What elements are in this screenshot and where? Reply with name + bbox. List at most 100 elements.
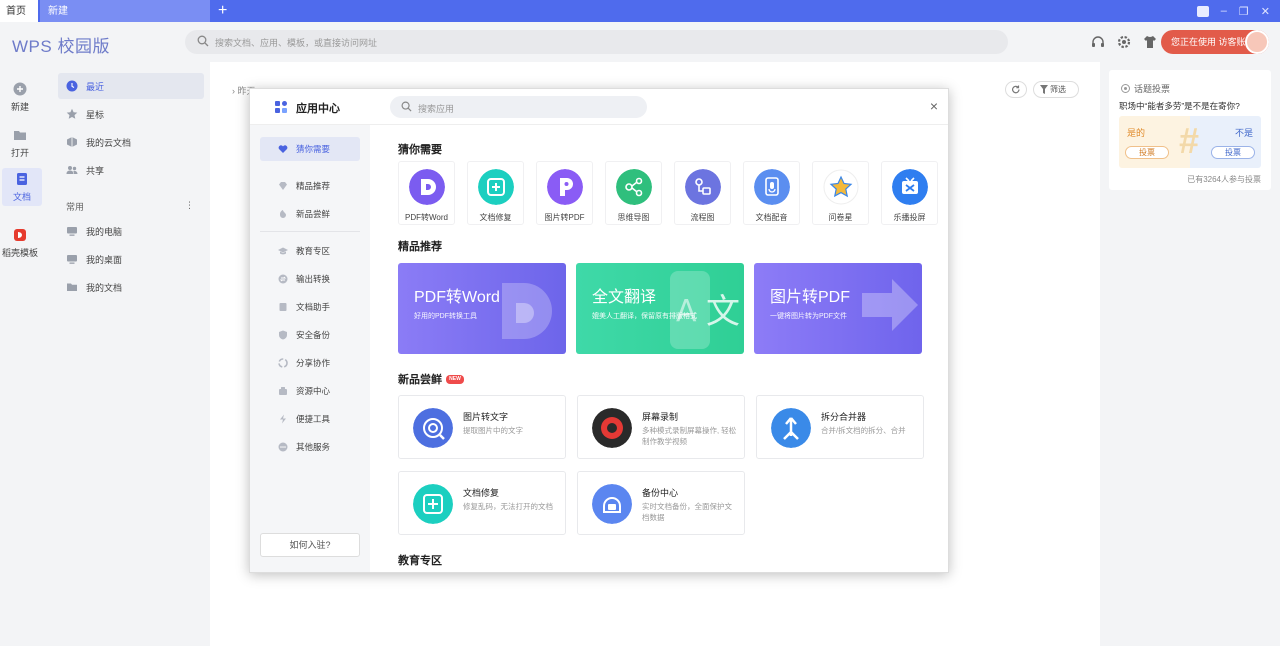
app-flowchart[interactable]: 流程图 xyxy=(674,161,731,225)
app-card-backup-center[interactable]: 备份中心 实时文档备份，全面保护文档数据 xyxy=(577,471,745,535)
category-resources[interactable]: 资源中心 xyxy=(260,379,360,403)
section-label: 新品尝鲜 xyxy=(398,374,442,386)
banner-translate[interactable]: A文 全文翻译 媲美人工翻译，保留原有排版格式 xyxy=(576,263,744,354)
image-to-pdf-icon xyxy=(546,169,583,205)
how-to-join-button[interactable]: 如何入驻? xyxy=(260,533,360,557)
sidebar-item-computer[interactable]: 我的电脑 xyxy=(58,218,204,244)
tab-bar: 首页 新建 + – ❐ ✕ xyxy=(0,0,1280,22)
section-new-title: 新品尝鲜 NEW xyxy=(398,371,464,387)
avatar[interactable] xyxy=(1245,30,1269,54)
user-account-button[interactable]: 您正在使用 访客账号 xyxy=(1161,30,1269,54)
rail-new[interactable]: 新建 xyxy=(0,78,40,116)
divider xyxy=(260,231,360,232)
app-mind-map[interactable]: 思维导图 xyxy=(605,161,662,225)
category-label: 文档助手 xyxy=(296,302,331,312)
category-share[interactable]: 分享协作 xyxy=(260,351,360,375)
svg-text:文: 文 xyxy=(706,292,740,332)
rail-documents-label: 文档 xyxy=(12,192,31,202)
minimize-icon[interactable]: – xyxy=(1221,5,1227,17)
app-pdf-to-word[interactable]: PDF转Word xyxy=(398,161,455,225)
gear-icon[interactable] xyxy=(1116,34,1132,50)
banner-title: PDF转Word xyxy=(414,289,500,306)
app-card-screen-record[interactable]: 屏幕录制 多种模式录制屏幕操作, 轻松制作教学视频 xyxy=(577,395,745,459)
refresh-button[interactable] xyxy=(1005,81,1027,98)
sidebar-item-shared[interactable]: 共享 xyxy=(58,157,204,183)
app-image-to-pdf[interactable]: 图片转PDF xyxy=(536,161,593,225)
restore-icon[interactable]: ❐ xyxy=(1239,5,1249,18)
tab-home[interactable]: 首页 xyxy=(0,0,38,22)
category-new[interactable]: 新品尝鲜 xyxy=(260,202,360,226)
doc-voice-icon xyxy=(753,169,790,205)
image-to-text-icon xyxy=(413,408,453,448)
doc-repair-icon xyxy=(413,484,453,524)
sidebar-item-starred[interactable]: 星标 xyxy=(58,101,204,127)
rail-docer[interactable]: 稻壳模板 xyxy=(0,224,40,262)
window-box-icon[interactable] xyxy=(1196,5,1209,17)
computer-icon xyxy=(67,227,77,236)
graduation-icon xyxy=(278,247,288,255)
category-featured[interactable]: 精品推荐 xyxy=(260,174,360,198)
section-label: 教育专区 xyxy=(398,555,442,567)
box-icon xyxy=(279,387,287,395)
rail-documents[interactable]: 文档 xyxy=(2,168,42,206)
app-doc-voice[interactable]: 文档配音 xyxy=(743,161,800,225)
close-window-icon[interactable]: ✕ xyxy=(1261,5,1270,18)
vote-no-button[interactable]: 投票 xyxy=(1211,146,1255,159)
vote-card: 话题投票 职场中“能者多劳”是不是在寄你? # 是的 不是 投票 投票 已有32… xyxy=(1109,70,1271,190)
sidebar: 最近 星标 我的云文档 共享 常用 ⋮ 我的电脑 我的桌面 我的文档 xyxy=(48,62,210,646)
clock-icon xyxy=(66,80,78,92)
app-screen-cast[interactable]: 乐播投屏 xyxy=(881,161,938,225)
app-doc-repair[interactable]: 文档修复 xyxy=(467,161,524,225)
banner-pdf-to-word[interactable]: PDF转Word 好用的PDF转换工具 xyxy=(398,263,566,354)
sidebar-item-recent[interactable]: 最近 xyxy=(58,73,204,99)
close-icon[interactable]: × xyxy=(930,98,938,114)
app-card-doc-repair[interactable]: 文档修复 修复乱码，无法打开的文档 xyxy=(398,471,566,535)
dialog-title: 应用中心 xyxy=(296,103,340,115)
card-title: 文档修复 xyxy=(463,488,500,498)
flowchart-icon xyxy=(684,169,721,205)
app-search-input[interactable]: 搜索应用 xyxy=(390,96,647,118)
users-icon xyxy=(66,166,78,174)
category-label: 教育专区 xyxy=(296,246,331,256)
folder-icon xyxy=(67,283,77,291)
sidebar-item-cloud[interactable]: 我的云文档 xyxy=(58,129,204,155)
more-icon[interactable]: ⋮ xyxy=(185,200,194,213)
section-edu-title: 教育专区 xyxy=(398,552,442,568)
sidebar-item-mydocs[interactable]: 我的文档 xyxy=(58,274,204,300)
global-search-input[interactable]: 搜索文档、应用、模板，或直接访问网址 xyxy=(185,30,1008,54)
app-card-split-merge[interactable]: 拆分合并器 合并/拆文档的拆分、合并 xyxy=(756,395,924,459)
shirt-icon[interactable] xyxy=(1142,34,1158,50)
category-tools[interactable]: 便捷工具 xyxy=(260,407,360,431)
sidebar-item-label: 我的电脑 xyxy=(86,226,123,237)
dialog-sidebar: 猜你需要 精品推荐 新品尝鲜 教育专区 输出转换 文档助手 安全备份 分享协作 … xyxy=(250,125,370,572)
category-edu[interactable]: 教育专区 xyxy=(260,239,360,263)
sidebar-item-label: 我的桌面 xyxy=(86,254,123,265)
featured-banners: PDF转Word 好用的PDF转换工具 A文 全文翻译 媲美人工翻译，保留原有排… xyxy=(398,263,922,354)
app-questionnaire[interactable]: 问卷星 xyxy=(812,161,869,225)
tab-new[interactable]: 新建 xyxy=(40,0,210,22)
vote-question: 职场中“能者多劳”是不是在寄你? xyxy=(1119,101,1240,111)
sidebar-item-desktop[interactable]: 我的桌面 xyxy=(58,246,204,272)
category-guess[interactable]: 猜你需要 xyxy=(260,137,360,161)
card-subtitle: 合并/拆文档的拆分、合并 xyxy=(821,426,906,435)
questionnaire-star-icon xyxy=(823,169,858,205)
category-convert[interactable]: 输出转换 xyxy=(260,267,360,291)
new-badge: NEW xyxy=(446,374,464,384)
app-label: 文档修复 xyxy=(479,213,512,222)
filter-button[interactable]: 筛选 xyxy=(1033,81,1079,98)
banner-image-to-pdf[interactable]: 图片转PDF 一键将图片转为PDF文件 xyxy=(754,263,922,354)
banner-title: 全文翻译 xyxy=(592,289,657,306)
category-label: 新品尝鲜 xyxy=(296,209,331,219)
book-icon xyxy=(279,303,287,311)
vote-yes-button[interactable]: 投票 xyxy=(1125,146,1169,159)
new-tab-button[interactable]: + xyxy=(218,0,227,22)
category-assistant[interactable]: 文档助手 xyxy=(260,295,360,319)
backup-center-icon xyxy=(592,484,632,524)
vote-options: # 是的 不是 投票 投票 xyxy=(1119,116,1261,168)
diamond-icon xyxy=(279,182,287,190)
app-card-image-to-text[interactable]: 图片转文字 提取图片中的文字 xyxy=(398,395,566,459)
category-backup[interactable]: 安全备份 xyxy=(260,323,360,347)
headset-icon[interactable] xyxy=(1090,34,1106,50)
category-other[interactable]: 其他服务 xyxy=(260,435,360,459)
rail-open[interactable]: 打开 xyxy=(0,124,40,162)
